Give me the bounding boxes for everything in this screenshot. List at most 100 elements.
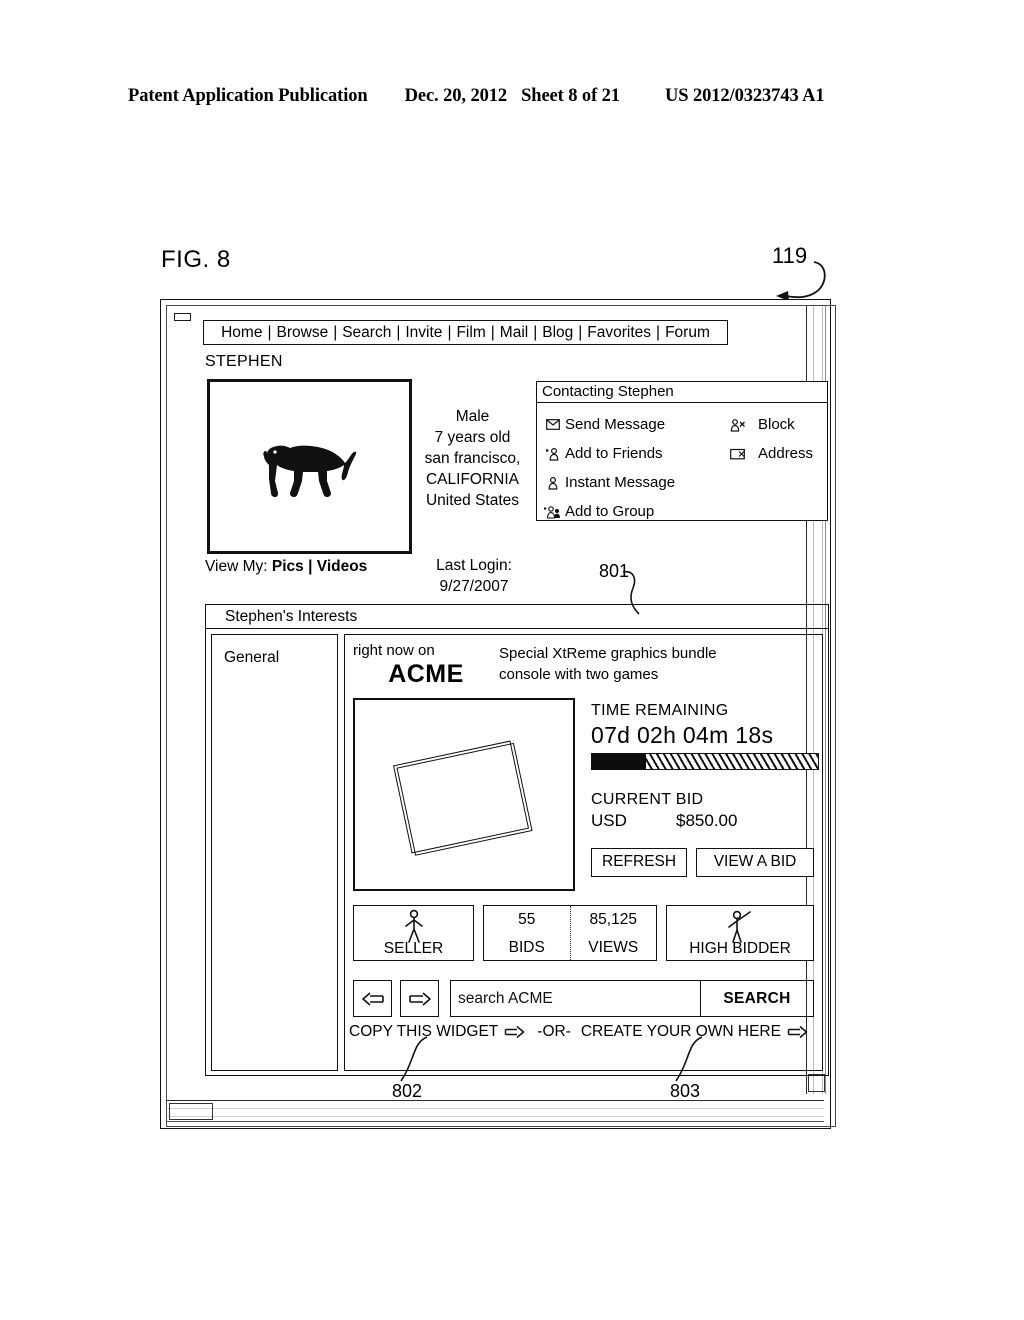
widget-search-row: search ACME SEARCH — [353, 980, 814, 1017]
view-my-pics-link[interactable]: Pics — [272, 558, 304, 575]
send-message-label: Send Message — [565, 416, 666, 433]
contacting-panel-title: Contacting Stephen — [537, 382, 827, 403]
profile-username: STEPHEN — [205, 353, 283, 370]
leader-line-802 — [400, 1036, 428, 1082]
view-my-separator: | — [308, 558, 313, 575]
nav-separator: | — [533, 323, 538, 341]
vertical-scrollbar-down-button[interactable] — [808, 1074, 825, 1092]
current-bid-row: USD $850.00 — [591, 811, 814, 831]
seller-box[interactable]: SELLER — [353, 905, 474, 961]
auction-stats: SELLER 55 BIDS 85,125 VIEWS HIGH BIDDER — [353, 905, 814, 961]
search-field-wrapper[interactable]: search ACME SEARCH — [450, 980, 814, 1017]
reference-numeral-803: 803 — [670, 1081, 701, 1101]
add-to-friends-action[interactable]: Add to Friends — [543, 439, 718, 468]
interests-sidebar[interactable]: General — [211, 634, 338, 1071]
profile-state: CALIFORNIA — [425, 471, 519, 488]
view-my-videos-link[interactable]: Videos — [317, 558, 368, 575]
stick-figure-icon — [404, 909, 423, 943]
current-bid-label: CURRENT BID — [591, 791, 704, 808]
publication-label: Patent Application Publication — [128, 86, 368, 106]
leader-line-803 — [675, 1036, 703, 1082]
publication-date: Dec. 20, 2012 — [404, 86, 508, 106]
figure-label: FIG. 8 — [161, 246, 231, 273]
address-action[interactable]: Address — [728, 439, 827, 468]
bids-views-box: 55 BIDS 85,125 VIEWS — [483, 905, 657, 961]
instant-message-action[interactable]: Instant Message — [543, 468, 718, 497]
item-description-line-2: console with two games — [499, 666, 659, 683]
seller-label: SELLER — [383, 940, 444, 957]
nav-separator: | — [333, 323, 338, 341]
bid-currency: USD — [591, 811, 627, 830]
add-group-icon — [543, 505, 562, 519]
send-message-action[interactable]: Send Message — [543, 410, 718, 439]
nav-item-home[interactable]: Home — [221, 324, 262, 342]
time-progress-hatch — [646, 754, 818, 769]
patent-header: Patent Application Publication Dec. 20, … — [128, 86, 896, 107]
nav-item-blog[interactable]: Blog — [542, 324, 573, 342]
high-bidder-box[interactable]: HIGH BIDDER — [666, 905, 814, 961]
view-my-label: View My: — [205, 558, 268, 575]
interests-sidebar-item-general[interactable]: General — [224, 649, 279, 666]
views-label: VIEWS — [588, 939, 639, 956]
browser-window: Home | Browse | Search | Invite | Film |… — [160, 299, 831, 1129]
dog-silhouette-icon — [262, 445, 356, 497]
time-remaining-value: 07d 02h 04m 18s — [591, 722, 774, 748]
address-label: Address — [758, 445, 814, 462]
views-value: 85,125 — [589, 911, 637, 928]
site-navigation-bar[interactable]: Home | Browse | Search | Invite | Film |… — [203, 320, 728, 345]
time-progress-fill — [592, 754, 647, 769]
high-bidder-label: HIGH BIDDER — [689, 940, 791, 957]
envelope-icon — [543, 419, 562, 430]
bid-amount: $850.00 — [676, 811, 738, 830]
nav-separator: | — [578, 323, 583, 341]
widget-header: right now on ACME Special XtReme graphic… — [353, 642, 814, 689]
sheet-number: Sheet 8 of 21 — [521, 86, 620, 106]
person-icon — [543, 476, 562, 490]
horizontal-scrollbar[interactable] — [167, 1100, 824, 1122]
nav-separator: | — [396, 323, 401, 341]
add-to-group-action[interactable]: Add to Group — [543, 497, 718, 526]
nav-item-forum[interactable]: Forum — [665, 324, 710, 342]
search-input[interactable]: search ACME — [451, 981, 700, 1016]
time-remaining-label: TIME REMAINING — [591, 702, 729, 719]
instant-message-label: Instant Message — [565, 474, 676, 491]
interests-panel-body: General right now on ACME Special XtReme… — [206, 629, 828, 1075]
nav-item-invite[interactable]: Invite — [405, 324, 442, 342]
stick-figure-waving-icon — [728, 910, 751, 943]
last-login: Last Login: 9/27/2007 — [415, 555, 533, 597]
nav-separator: | — [267, 323, 272, 341]
add-to-friends-label: Add to Friends — [565, 445, 663, 462]
nav-item-browse[interactable]: Browse — [277, 324, 329, 342]
acme-auction-widget: right now on ACME Special XtReme graphic… — [344, 634, 823, 1071]
nav-separator: | — [490, 323, 495, 341]
views-stat: 85,125 VIEWS — [569, 906, 657, 960]
bids-label: BIDS — [508, 939, 545, 956]
profile-gender: Male — [455, 408, 490, 425]
page-content: Home | Browse | Search | Invite | Film |… — [187, 308, 829, 1086]
product-image-box[interactable] — [353, 698, 575, 891]
widget-brand-name: ACME — [388, 660, 464, 688]
profile-country: United States — [425, 492, 520, 509]
refresh-button[interactable]: REFRESH — [591, 848, 688, 877]
horizontal-scrollbar-track[interactable] — [167, 1108, 824, 1117]
search-button[interactable]: SEARCH — [700, 981, 813, 1016]
block-label: Block — [758, 416, 795, 433]
address-card-icon — [728, 448, 747, 460]
contacting-actions-left: Send Message Add to Friends Instant Mess… — [537, 403, 718, 520]
block-action[interactable]: Block — [728, 410, 827, 439]
reference-numeral-802: 802 — [392, 1081, 423, 1101]
arrow-right-icon[interactable] — [787, 1025, 808, 1039]
nav-item-film[interactable]: Film — [456, 324, 485, 342]
view-a-bid-button[interactable]: VIEW A BID — [696, 848, 814, 877]
arrow-right-icon[interactable] — [400, 980, 439, 1017]
nav-item-mail[interactable]: Mail — [500, 324, 528, 342]
add-to-group-label: Add to Group — [565, 503, 655, 520]
arrow-right-icon[interactable] — [504, 1025, 525, 1039]
horizontal-scrollbar-thumb[interactable] — [169, 1103, 213, 1120]
nav-item-search[interactable]: Search — [342, 324, 391, 342]
nav-item-favorites[interactable]: Favorites — [587, 324, 651, 342]
view-my-row: View My: Pics | Videos — [205, 558, 367, 576]
widget-right-now-label: right now on — [353, 642, 435, 659]
profile-age: 7 years old — [434, 429, 511, 446]
arrow-left-icon[interactable] — [353, 980, 392, 1017]
